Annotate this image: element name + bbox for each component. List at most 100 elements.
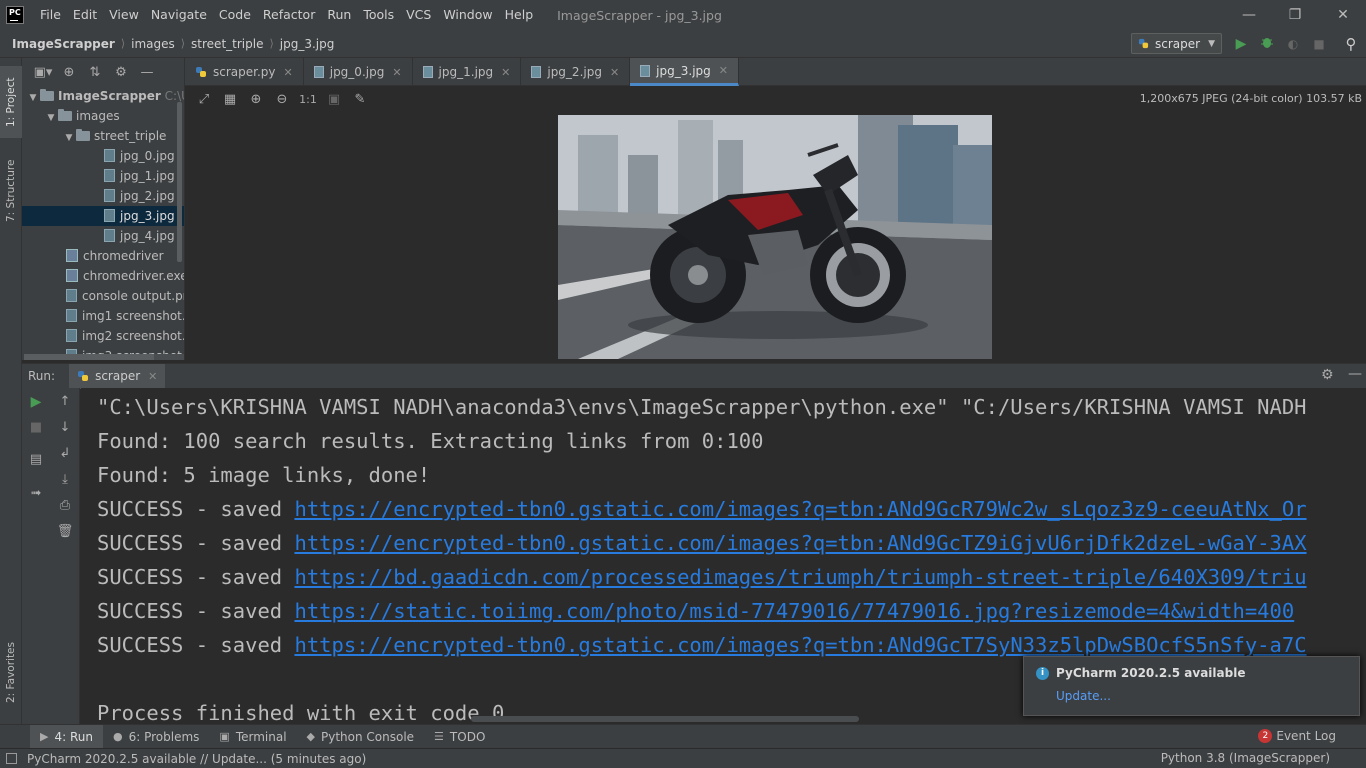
restore-layout-icon[interactable]: ▤ — [26, 452, 46, 467]
fit-window-icon[interactable]: ▣ — [321, 92, 347, 107]
stop-icon[interactable]: ■ — [1310, 35, 1328, 53]
close-tab-icon[interactable]: ✕ — [501, 66, 510, 79]
arrow-down-icon[interactable]: ↓ — [55, 420, 75, 435]
update-link[interactable]: Update... — [1056, 689, 1111, 703]
tool-tab-terminal[interactable]: ▣ Terminal — [209, 725, 296, 749]
tree-file-jpg-4[interactable]: jpg_4.jpg — [22, 226, 184, 246]
tree-folder-images[interactable]: ▼ images — [22, 106, 184, 128]
console-horizontal-scrollbar[interactable] — [471, 716, 859, 722]
menu-edit[interactable]: Edit — [67, 0, 103, 30]
close-tab-icon[interactable]: ✕ — [610, 66, 619, 79]
run-tab-scraper[interactable]: scraper ✕ — [69, 363, 166, 389]
tab-scraper-py[interactable]: scraper.py ✕ — [185, 58, 304, 86]
fit-zoom-icon[interactable]: ⤢ — [191, 92, 217, 107]
search-icon[interactable]: ⚲ — [1342, 35, 1360, 53]
tree-file-jpg-2[interactable]: jpg_2.jpg — [22, 186, 184, 206]
menu-refactor[interactable]: Refactor — [257, 0, 321, 30]
tool-tab-todo[interactable]: ☰ TODO — [424, 725, 495, 749]
tree-root[interactable]: ▼ ImageScrapper C:\Us — [22, 86, 184, 108]
console-link[interactable]: https://bd.gaadicdn.com/processedimages/… — [294, 565, 1306, 589]
chevron-down-icon[interactable]: ▼ — [44, 108, 58, 128]
tree-file-console-output[interactable]: console output.png — [22, 286, 184, 306]
menu-help[interactable]: Help — [499, 0, 540, 30]
tree-file-img1[interactable]: img1 screenshot.pr — [22, 306, 184, 326]
scrollbar-thumb[interactable] — [24, 354, 154, 360]
menu-view[interactable]: View — [103, 0, 145, 30]
print-icon[interactable]: ⎙ — [55, 498, 75, 513]
project-tool-tab[interactable]: 1: Project — [0, 66, 22, 138]
close-tab-icon[interactable]: ✕ — [148, 370, 157, 383]
tab-label: jpg_2.jpg — [547, 65, 602, 79]
menu-vcs[interactable]: VCS — [400, 0, 437, 30]
scroll-to-end-icon[interactable]: ⤓ — [55, 472, 75, 487]
tool-tab-problems[interactable]: ● 6: Problems — [103, 725, 209, 749]
breadcrumb-street-triple[interactable]: street_triple — [191, 37, 263, 51]
tree-file-chromedriver[interactable]: chromedriver — [22, 246, 184, 266]
tree-folder-street-triple[interactable]: ▼ street_triple — [22, 126, 184, 148]
soft-wrap-icon[interactable]: ↲ — [55, 446, 75, 461]
project-vertical-scrollbar[interactable] — [177, 102, 182, 262]
hide-icon[interactable]: — — [1348, 366, 1362, 382]
close-tab-icon[interactable]: ✕ — [392, 66, 401, 79]
debug-icon[interactable] — [1258, 35, 1276, 53]
gear-icon[interactable]: ⚙ — [1321, 367, 1334, 383]
gear-icon[interactable]: ⚙ — [108, 65, 134, 80]
minimize-icon[interactable]: — — [1226, 0, 1272, 30]
project-horizontal-scrollbar[interactable] — [24, 354, 184, 360]
close-tab-icon[interactable]: ✕ — [284, 66, 293, 79]
run-configuration-dropdown[interactable]: scraper ▼ — [1131, 33, 1222, 54]
hide-icon[interactable]: — — [134, 65, 160, 80]
restore-icon[interactable]: ❐ — [1272, 0, 1318, 30]
locate-icon[interactable]: ⊕ — [56, 65, 82, 80]
structure-tool-tab[interactable]: 7: Structure — [0, 150, 22, 232]
console-link[interactable]: https://encrypted-tbn0.gstatic.com/image… — [294, 531, 1306, 555]
run-icon[interactable]: ▶ — [1232, 35, 1250, 53]
collapse-all-icon[interactable]: ⇅ — [82, 65, 108, 80]
console-link[interactable]: https://static.toiimg.com/photo/msid-774… — [294, 599, 1294, 623]
tree-file-jpg-0[interactable]: jpg_0.jpg — [22, 146, 184, 166]
breadcrumb-project[interactable]: ImageScrapper — [12, 37, 115, 51]
actual-size-button[interactable]: 1:1 — [295, 93, 321, 106]
menu-navigate[interactable]: Navigate — [145, 0, 213, 30]
toggle-tool-windows-icon[interactable] — [6, 753, 17, 764]
breadcrumb-images[interactable]: images — [131, 37, 175, 51]
tool-tab-python-console[interactable]: ◆ Python Console — [297, 725, 425, 749]
close-tab-icon[interactable]: ✕ — [719, 64, 728, 77]
coverage-icon[interactable]: ◐ — [1284, 35, 1302, 53]
grid-icon[interactable]: ▦ — [217, 92, 243, 107]
tab-jpg-0[interactable]: jpg_0.jpg ✕ — [304, 58, 413, 86]
tab-jpg-1[interactable]: jpg_1.jpg ✕ — [413, 58, 522, 86]
color-picker-icon[interactable]: ✎ — [347, 92, 373, 107]
stop-icon[interactable]: ■ — [26, 420, 46, 435]
menu-run[interactable]: Run — [321, 0, 357, 30]
trash-icon[interactable]: 🗑 — [55, 524, 75, 539]
console-link[interactable]: https://encrypted-tbn0.gstatic.com/image… — [294, 497, 1306, 521]
tree-file-chromedriver-exe[interactable]: chromedriver.exe — [22, 266, 184, 286]
tab-jpg-3-active[interactable]: jpg_3.jpg ✕ — [630, 58, 739, 86]
menu-code[interactable]: Code — [213, 0, 257, 30]
event-log-button[interactable]: 2 Event Log — [1258, 724, 1336, 748]
tree-file-img2[interactable]: img2 screenshot.pr — [22, 326, 184, 346]
chevron-down-icon[interactable]: ▼ — [26, 88, 40, 108]
pin-icon[interactable]: ➟ — [26, 486, 46, 501]
arrow-up-icon[interactable]: ↑ — [55, 394, 75, 409]
close-icon[interactable]: ✕ — [1320, 0, 1366, 30]
status-message[interactable]: PyCharm 2020.2.5 available // Update... … — [27, 752, 366, 766]
chevron-down-icon[interactable]: ▼ — [62, 128, 76, 148]
menu-window[interactable]: Window — [437, 0, 498, 30]
python-interpreter[interactable]: Python 3.8 (ImageScrapper) — [1161, 748, 1330, 768]
rerun-icon[interactable]: ▶ — [26, 394, 46, 410]
tree-file-jpg-3-selected[interactable]: jpg_3.jpg — [22, 206, 184, 226]
console-link[interactable]: https://encrypted-tbn0.gstatic.com/image… — [294, 633, 1306, 657]
menu-file[interactable]: File — [34, 0, 67, 30]
tree-folder-label: images — [76, 109, 120, 123]
zoom-out-icon[interactable]: ⊖ — [269, 92, 295, 107]
tab-jpg-2[interactable]: jpg_2.jpg ✕ — [521, 58, 631, 86]
menu-tools[interactable]: Tools — [357, 0, 400, 30]
favorites-tool-tab[interactable]: 2: Favorites — [0, 632, 22, 714]
tool-tab-run[interactable]: ▶ 4: Run — [30, 724, 103, 749]
tree-file-jpg-1[interactable]: jpg_1.jpg — [22, 166, 184, 186]
breadcrumb-file[interactable]: jpg_3.jpg — [280, 37, 335, 51]
view-mode-icon[interactable]: ▣▾ — [30, 65, 56, 80]
zoom-in-icon[interactable]: ⊕ — [243, 92, 269, 107]
